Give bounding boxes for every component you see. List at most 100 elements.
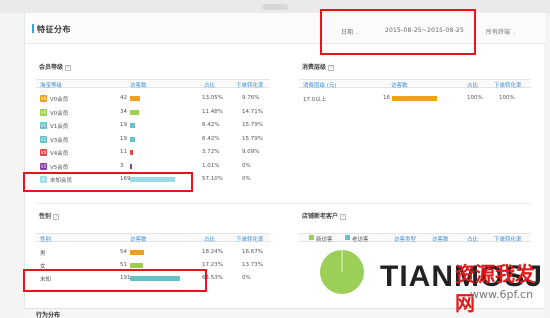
date-highlight-box (320, 9, 476, 55)
member-level-visitors: 19 (120, 135, 127, 142)
member-level-conversion: 9.76% (242, 95, 260, 101)
col-conversion: 下单转化率 (494, 83, 522, 89)
member-level-share: 11.48% (202, 108, 223, 115)
member-level-share: 13.05% (202, 95, 223, 101)
member-level-title-text: 会员等级 (39, 64, 64, 71)
consumption-share-bar (392, 96, 437, 101)
watermark-site: www.6pf.cn (470, 288, 533, 301)
consumption-title-text: 消费层级 (302, 64, 327, 71)
watermark-site-text: www.6pf.cn (470, 288, 534, 301)
member-level-share: 3.72% (202, 149, 220, 155)
help-icon[interactable]: ? (328, 64, 335, 71)
table-row: V3 V3会员 19 6.42% 15.79% (36, 133, 270, 147)
member-level-share-bar (130, 96, 141, 101)
gender-share: 18.24% (202, 249, 223, 255)
member-level-share-bar (130, 136, 136, 142)
member-level-label: V0会员 (50, 97, 69, 103)
member-level-share: 57.10% (202, 176, 223, 182)
member-level-icon: V5 (40, 162, 47, 170)
consumption-table-header: 消费层级 (元) 访客数 占比 下单转化率 (299, 79, 531, 89)
next-section-title: 行为分布 (36, 312, 61, 318)
member-level-icon: V0 (40, 108, 47, 116)
gender-conversion: 0% (242, 275, 251, 281)
member-level-icon: V3 (40, 135, 47, 143)
member-level-icon: V4 (40, 149, 47, 156)
member-level-share-bar (130, 109, 140, 115)
help-icon[interactable]: ? (53, 213, 60, 220)
member-level-icon: V0 (40, 95, 47, 102)
col-consumption-level: 消费层级 (元) (303, 83, 337, 89)
unknown-member-highlight-box (23, 172, 193, 192)
top-tab-indicator (262, 4, 288, 10)
gender-visitors: 51 (120, 262, 127, 268)
member-level-share: 6.42% (202, 122, 220, 128)
gender-label: 男 (40, 251, 46, 257)
legend-new: 新访客 (316, 237, 333, 243)
col-share: 占比 (204, 83, 216, 89)
consumption-visitors: 16 (383, 95, 390, 101)
member-level-conversion: 0% (242, 162, 251, 169)
col-visitors: 访客数 (391, 83, 408, 89)
table-row: 男 54 18.24% 16.67% (36, 246, 270, 260)
unknown-gender-highlight-box (23, 269, 207, 292)
member-level-share-bar (130, 123, 136, 128)
col-share: 占比 (204, 237, 216, 243)
new-old-title: 店铺新老客户? (302, 211, 347, 220)
col-level: 淘宝等级 (40, 83, 63, 89)
col-conversion: 下单转化率 (236, 83, 264, 89)
consumption-title: 消费层级? (302, 62, 335, 71)
gender-visitors: 54 (120, 249, 127, 255)
member-level-share-bar (130, 150, 133, 155)
member-level-label: V4会员 (50, 151, 69, 157)
gender-conversion: 13.73% (242, 262, 263, 268)
title-accent-bar (32, 24, 34, 33)
member-level-visitors: 34 (120, 108, 127, 115)
table-row: V1 V1会员 19 6.42% 15.79% (36, 119, 270, 133)
member-level-visitors: 3 (120, 162, 124, 169)
member-level-conversion: 14.71% (242, 108, 263, 115)
member-level-label: V1会员 (50, 124, 69, 130)
col-share: 占比 (467, 237, 479, 243)
help-icon[interactable]: ? (65, 64, 72, 71)
member-level-share: 1.01% (202, 162, 220, 169)
chevron-down-icon: ⌄ (511, 30, 517, 36)
help-icon[interactable]: ? (340, 213, 347, 220)
member-level-visitors: 42 (120, 95, 127, 101)
col-visitors: 访客数 (432, 237, 449, 243)
section-divider (36, 203, 531, 204)
gender-title-text: 性别 (39, 213, 52, 220)
member-level-visitors: 11 (120, 149, 127, 155)
new-old-table-header: 新访客 老访客 访客类型 访客数 占比 下单转化率 (299, 233, 531, 243)
col-visitors: 访客数 (130, 83, 147, 89)
col-conversion: 下单转化率 (236, 237, 264, 243)
member-level-conversion: 15.79% (242, 122, 263, 128)
member-level-share: 6.42% (202, 135, 220, 142)
member-level-conversion: 9.09% (242, 149, 260, 155)
table-row: 17.0以上 16 100% 100% (299, 92, 531, 106)
legend-swatch-new (309, 235, 314, 240)
col-conversion: 下单转化率 (494, 237, 522, 243)
consumption-label: 17.0以上 (303, 97, 327, 103)
table-row: V0 V0会员 34 11.48% 14.71% (36, 106, 270, 120)
member-level-label: V5会员 (50, 164, 69, 171)
col-visitors: 访客数 (130, 237, 147, 243)
col-visitor-type: 访客类型 (394, 237, 417, 243)
watermark-cn: 资源我发网 (455, 258, 550, 316)
member-level-icon: V1 (40, 122, 47, 129)
member-level-table-header: 淘宝等级 访客数 占比 下单转化率 (36, 79, 270, 89)
table-row: V0 V0会员 42 13.05% 9.76% (36, 92, 270, 106)
gender-share-bar (130, 250, 145, 255)
legend-swatch-old (345, 235, 350, 240)
gender-share: 17.23% (202, 262, 223, 268)
legend-old: 老访客 (352, 237, 369, 243)
gender-table-header: 性别 访客数 占比 下单转化率 (36, 233, 270, 243)
panel-title: 特征分布 (37, 25, 71, 34)
new-old-title-text: 店铺新老客户 (302, 213, 339, 220)
member-level-conversion: 0% (242, 176, 251, 182)
member-level-title: 会员等级? (39, 62, 72, 71)
terminal-select[interactable]: 所有终端 ⌄ (486, 27, 516, 36)
gender-conversion: 16.67% (242, 249, 263, 255)
table-row: V4 V4会员 11 3.72% 9.09% (36, 146, 270, 160)
member-level-share-bar (130, 163, 132, 169)
member-level-label: V0会员 (50, 110, 69, 117)
